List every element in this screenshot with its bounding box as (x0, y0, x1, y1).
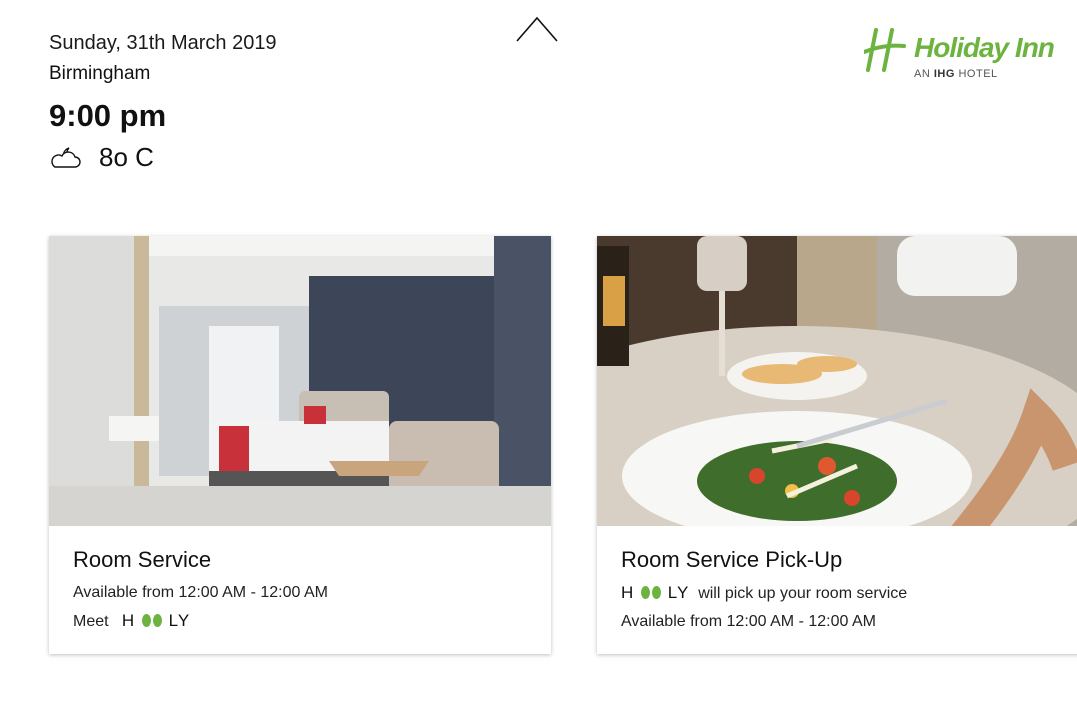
date-text: Sunday, 31th March 2019 (49, 32, 277, 54)
logo-wordmark: Holiday Inn (914, 32, 1055, 63)
room-service-card[interactable]: Room Service Available from 12:00 AM - 1… (49, 236, 551, 654)
partly-cloudy-night-icon (51, 147, 81, 168)
temperature-text: 8o C (99, 142, 154, 172)
city-text: Birmingham (49, 63, 151, 84)
info-panel: Sunday, 31th March 2019 Birmingham 9:00 … (49, 30, 277, 172)
holiday-inn-h-icon (864, 28, 906, 72)
time-text: 9:00 pm (49, 98, 167, 133)
hooly-brand: H LY (621, 583, 690, 602)
meet-label: Meet (73, 613, 109, 630)
card-title: Room Service Pick-Up (621, 547, 843, 572)
pickup-text: will pick up your room service (698, 585, 908, 602)
meet-line: Meet H LY (73, 610, 527, 633)
chevron-up-icon[interactable] (516, 16, 558, 42)
salad-dish-photo (597, 236, 1077, 526)
room-service-pickup-card[interactable]: Room Service Pick-Up H LY will pick up y… (597, 236, 1077, 654)
card-title: Room Service (73, 547, 212, 572)
holiday-inn-logo: Holiday Inn AN IHG HOTEL (864, 28, 1055, 84)
availability-text: Available from 12:00 AM - 12:00 AM (73, 584, 328, 601)
logo-tagline: AN IHG HOTEL (914, 68, 998, 80)
availability-text: Available from 12:00 AM - 12:00 AM (621, 613, 876, 630)
pickup-line: H LY will pick up your room service (621, 582, 1073, 605)
hotel-room-photo (49, 236, 551, 526)
weather: 8o C (49, 142, 277, 172)
hooly-brand: H LY (121, 611, 191, 630)
